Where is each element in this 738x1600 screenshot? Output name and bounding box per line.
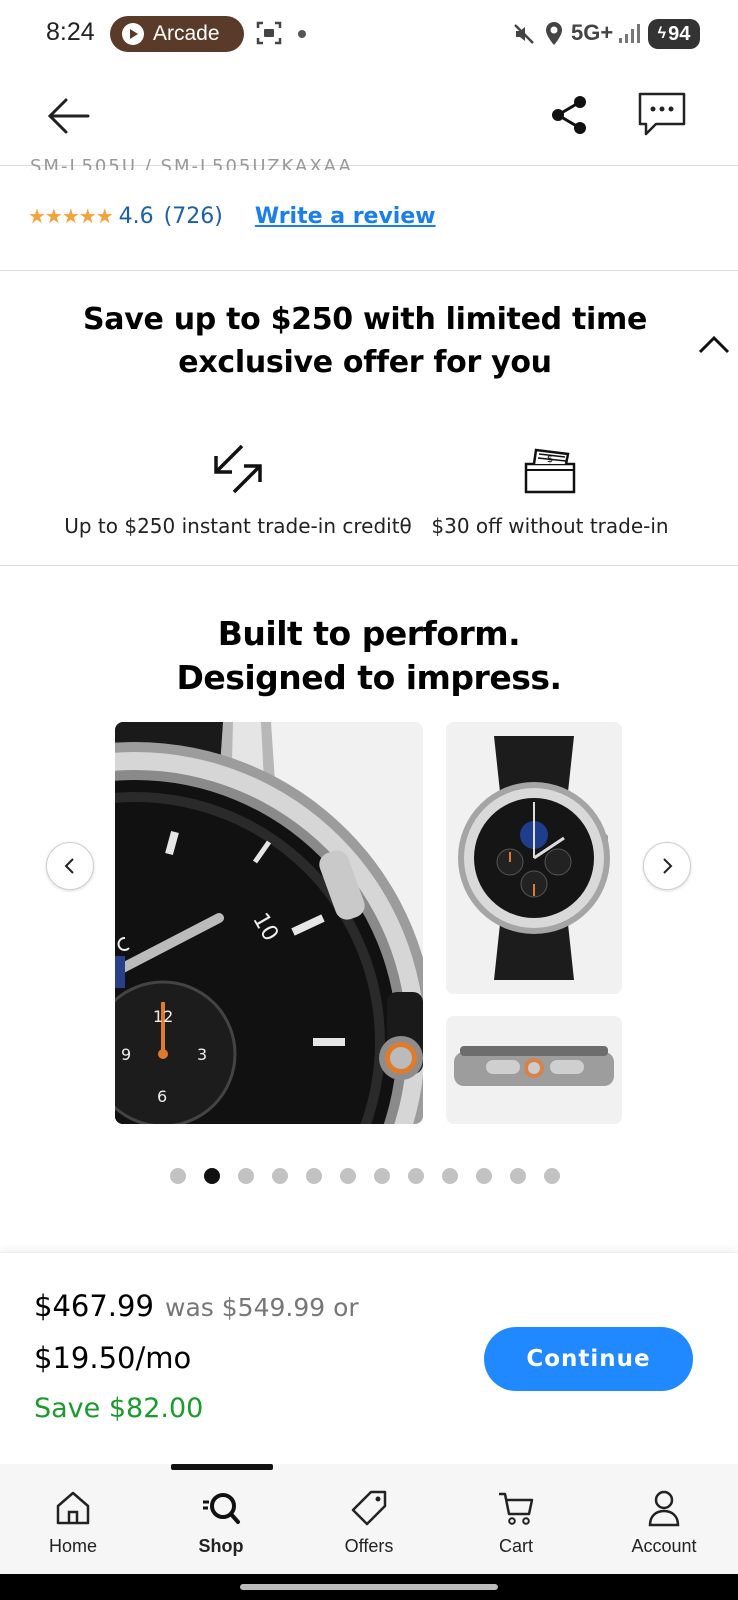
rating-row: ★★★★★ 4.6 (726) Write a review (28, 198, 436, 234)
nav-shop-label: Shop (198, 1536, 244, 1556)
status-bar: 8:24 Arcade 5G+ ϟ 94 (0, 0, 738, 70)
product-sku-cut: SM-L505U / SM-L505UZKAXAA (30, 156, 353, 170)
chat-icon[interactable] (634, 86, 690, 142)
price-line: $467.99 was $549.99 or (34, 1289, 359, 1323)
chevron-left-icon (64, 858, 74, 874)
nav-cart[interactable]: Cart (461, 1488, 571, 1557)
wallet-cash-icon: $ (524, 448, 576, 494)
divider (0, 565, 738, 566)
feature-title: Built to perform. Designed to impress. (0, 612, 738, 700)
network-label: 5G+ (571, 20, 614, 45)
divider (0, 270, 738, 271)
write-review-link[interactable]: Write a review (255, 204, 436, 229)
savings-amount: Save $82.00 (34, 1393, 204, 1424)
battery-indicator: ϟ 94 (648, 19, 700, 49)
pagination-dot[interactable] (306, 1168, 322, 1184)
offer-no-trade-in: $ $30 off without trade-in (420, 442, 680, 538)
was-price: was $549.99 or (165, 1293, 359, 1322)
vibrate-mute-icon (514, 24, 534, 44)
share-icon[interactable] (544, 90, 594, 140)
arcade-pill[interactable]: Arcade (110, 16, 250, 52)
status-time: 8:24 (46, 18, 95, 46)
battery-level: 94 (668, 22, 691, 45)
pagination-dot[interactable] (442, 1168, 458, 1184)
watch-closeup-illustration: 10 12 9 3 6 (115, 722, 423, 1124)
watch-number-six: 6 (157, 1087, 167, 1106)
feature-title-line1: Built to perform. (217, 614, 521, 653)
watch-number-three: 3 (197, 1045, 207, 1064)
rating-value[interactable]: 4.6 (119, 204, 154, 229)
notification-dot-icon (298, 30, 306, 38)
trade-in-arrows-icon (214, 444, 262, 494)
carousel-next-button[interactable] (643, 842, 691, 890)
nav-home-label: Home (48, 1536, 97, 1556)
nav-account[interactable]: Account (609, 1488, 719, 1557)
rating-count[interactable]: (726) (164, 204, 223, 229)
purchase-bar: $467.99 was $549.99 or $19.50/mo Save $8… (0, 1252, 738, 1464)
chevron-up-icon[interactable] (696, 328, 732, 364)
watch-number-nine: 9 (121, 1045, 131, 1064)
signal-icon (619, 24, 640, 43)
continue-button[interactable]: Continue (484, 1327, 693, 1391)
back-arrow-icon[interactable] (42, 88, 98, 144)
star-rating-icon: ★★★★★ (28, 204, 114, 228)
cart-icon (499, 1492, 534, 1525)
nav-shop[interactable]: Shop (166, 1488, 276, 1557)
feature-title-line2: Designed to impress. (176, 658, 562, 697)
play-icon (122, 23, 144, 45)
pagination-dot[interactable] (238, 1168, 254, 1184)
tag-icon (351, 1490, 387, 1526)
bolt-icon: ϟ (657, 25, 667, 42)
watch-front-illustration (446, 722, 622, 994)
search-icon (203, 1493, 240, 1524)
nav-cart-label: Cart (498, 1536, 533, 1556)
pagination-dot[interactable] (510, 1168, 526, 1184)
app-bar (0, 70, 738, 166)
nav-offers[interactable]: Offers (314, 1488, 424, 1557)
screenshot-scan-icon (256, 21, 282, 45)
bottom-nav: Home Shop Offers Cart Account (0, 1464, 738, 1574)
carousel-prev-button[interactable] (46, 842, 94, 890)
pagination-dot[interactable] (272, 1168, 288, 1184)
person-icon (648, 1490, 680, 1527)
svg-text:$: $ (547, 454, 553, 465)
watch-number-twelve: 12 (153, 1007, 173, 1026)
pagination-dot[interactable] (340, 1168, 356, 1184)
watch-side-image[interactable] (446, 1016, 622, 1124)
active-tab-indicator (171, 1464, 273, 1470)
watch-front-image[interactable] (446, 722, 622, 994)
location-icon (546, 22, 562, 45)
nav-offers-label: Offers (344, 1536, 394, 1556)
offer-no-trade-in-label: $30 off without trade-in (431, 514, 669, 538)
watch-side-illustration (446, 1016, 622, 1124)
current-price: $467.99 (34, 1289, 154, 1323)
chevron-right-icon (663, 858, 673, 874)
pagination-dot[interactable] (544, 1168, 560, 1184)
arcade-label: Arcade (153, 22, 220, 45)
offer-trade-in: Up to $250 instant trade-in creditθ (62, 442, 414, 538)
pagination-dot[interactable] (476, 1168, 492, 1184)
home-icon (56, 1491, 90, 1525)
pagination-dot[interactable] (170, 1168, 186, 1184)
nav-account-label: Account (631, 1536, 697, 1556)
home-gesture-handle[interactable] (240, 1584, 498, 1590)
carousel-pagination (170, 1168, 560, 1184)
pagination-dot[interactable] (374, 1168, 390, 1184)
offer-trade-in-label: Up to $250 instant trade-in creditθ (64, 514, 412, 538)
nav-home[interactable]: Home (18, 1488, 128, 1557)
offer-title[interactable]: Save up to $250 with limited time exclus… (20, 298, 710, 384)
watch-closeup-image[interactable]: 10 12 9 3 6 (115, 722, 423, 1124)
pagination-dot[interactable] (204, 1168, 220, 1184)
pagination-dot[interactable] (408, 1168, 424, 1184)
monthly-price: $19.50/mo (34, 1341, 192, 1375)
